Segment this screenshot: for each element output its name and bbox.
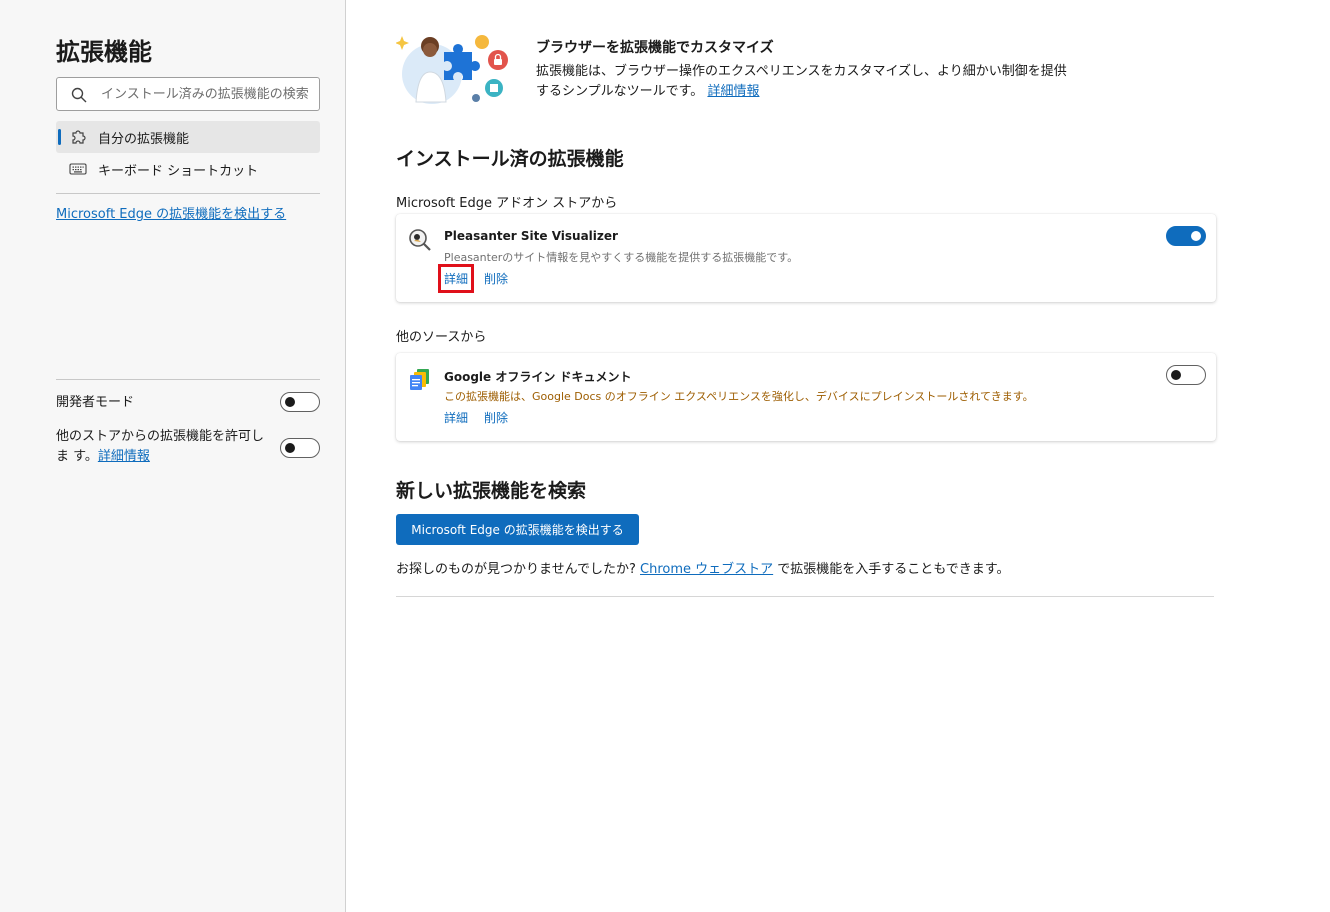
- hero-description-text: 拡張機能は、ブラウザー操作のエクスペリエンスをカスタマイズし、より細かい制御を提…: [536, 64, 1067, 99]
- extension-enable-toggle[interactable]: [1166, 365, 1206, 385]
- remove-link[interactable]: 削除: [484, 270, 508, 287]
- sidebar: 拡張機能 自分の拡張機能 キーボード ショートカット Microsoft Edg…: [0, 0, 346, 912]
- search-box[interactable]: [56, 77, 320, 111]
- divider: [56, 193, 320, 194]
- find-text-before: お探しのものが見つかりませんでしたか?: [396, 562, 636, 577]
- details-link[interactable]: 詳細: [437, 264, 475, 293]
- from-store-label: Microsoft Edge アドオン ストアから: [396, 196, 618, 211]
- from-other-sources-label: 他のソースから: [396, 330, 487, 345]
- extension-name: Google オフライン ドキュメント: [444, 370, 632, 384]
- sidebar-item-my-extensions[interactable]: 自分の拡張機能: [56, 121, 320, 153]
- find-new-extensions-heading: 新しい拡張機能を検索: [396, 480, 587, 502]
- hero-title: ブラウザーを拡張機能でカスタマイズ: [536, 40, 774, 56]
- extension-card-pleasanter: Pleasanter Site Visualizer Pleasanterのサイ…: [396, 214, 1216, 302]
- sidebar-item-keyboard-shortcuts[interactable]: キーボード ショートカット: [56, 153, 320, 185]
- sidebar-item-label: キーボード ショートカット: [98, 163, 259, 179]
- hero-learn-more-link[interactable]: 詳細情報: [707, 84, 759, 99]
- developer-mode-label: 開発者モード: [56, 395, 135, 410]
- installed-extensions-heading: インストール済の拡張機能: [396, 148, 624, 170]
- toggle-knob: [1171, 370, 1181, 380]
- allow-other-stores-label: 他のストアからの拡張機能を許可しま す。詳細情報: [56, 427, 268, 467]
- hero-description: 拡張機能は、ブラウザー操作のエクスペリエンスをカスタマイズし、より細かい制御を提…: [536, 62, 1076, 102]
- pleasanter-icon: [408, 228, 432, 252]
- extension-name: Pleasanter Site Visualizer: [444, 229, 618, 243]
- hero-illustration: [395, 30, 514, 108]
- allow-other-stores-learn-more-link[interactable]: 詳細情報: [98, 449, 150, 464]
- extension-description: この拡張機能は、Google Docs のオフライン エクスペリエンスを強化し、…: [444, 390, 1034, 403]
- keyboard-icon: [69, 160, 87, 178]
- discover-extensions-button[interactable]: Microsoft Edge の拡張機能を検出する: [396, 514, 639, 545]
- search-input[interactable]: [101, 84, 311, 104]
- discover-extensions-link[interactable]: Microsoft Edge の拡張機能を検出する: [56, 203, 286, 222]
- extension-enable-toggle[interactable]: [1166, 226, 1206, 246]
- puzzle-icon: [69, 128, 87, 146]
- sidebar-item-label: 自分の拡張機能: [98, 131, 190, 147]
- page-title: 拡張機能: [56, 38, 152, 66]
- google-docs-icon: [408, 367, 432, 391]
- toggle-knob: [285, 443, 295, 453]
- extension-card-google-docs-offline: Google オフライン ドキュメント この拡張機能は、Google Docs …: [396, 353, 1216, 441]
- find-text-after: で拡張機能を入手することもできます。: [777, 562, 1010, 577]
- details-link[interactable]: 詳細: [444, 409, 468, 426]
- remove-link[interactable]: 削除: [484, 409, 508, 426]
- chrome-web-store-link[interactable]: Chrome ウェブストア: [640, 562, 773, 577]
- extension-description: Pleasanterのサイト情報を見やすくする機能を提供する拡張機能です。: [444, 251, 799, 264]
- toggle-knob: [1191, 231, 1201, 241]
- developer-mode-toggle[interactable]: [280, 392, 320, 412]
- allow-other-stores-text: 他のストアからの拡張機能を許可しま す。: [56, 429, 265, 464]
- chrome-store-text: お探しのものが見つかりませんでしたか? Chrome ウェブストア で拡張機能を…: [396, 558, 1009, 577]
- search-icon: [71, 87, 87, 103]
- divider: [56, 379, 320, 380]
- divider: [396, 596, 1214, 597]
- allow-other-stores-toggle[interactable]: [280, 438, 320, 458]
- toggle-knob: [285, 397, 295, 407]
